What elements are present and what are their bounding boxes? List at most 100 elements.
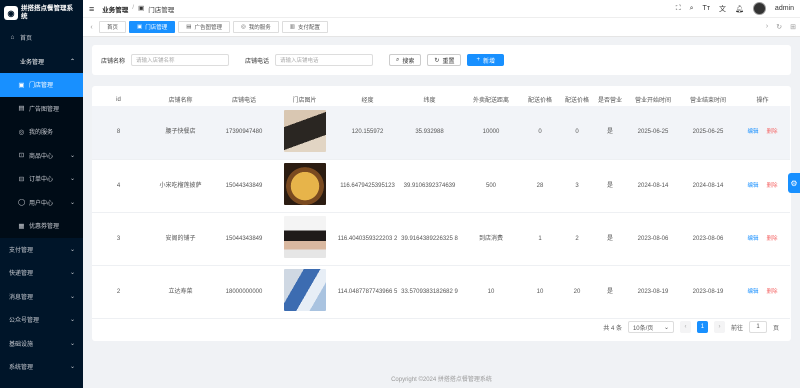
page-number[interactable]: 1 <box>696 321 708 333</box>
delete-button[interactable]: 删除 <box>767 183 778 189</box>
next-page-button[interactable]: › <box>713 321 725 333</box>
store-phone-input[interactable]: 请输入店铺电话 <box>275 54 374 66</box>
store-name-label: 店铺名称 <box>101 58 126 65</box>
delete-button[interactable]: 删除 <box>767 236 778 242</box>
add-button[interactable]: + 新增 <box>467 54 504 66</box>
chevron-down-icon: ⌄ <box>69 293 75 300</box>
search-icon[interactable]: ⌕ <box>690 5 694 13</box>
store-photo[interactable] <box>283 216 326 258</box>
translate-icon[interactable]: 文 <box>719 4 726 14</box>
chevron-down-icon: ⌄ <box>69 364 75 371</box>
store-icon: ▣ <box>138 4 145 12</box>
page-size-select[interactable]: 10条/页 ⌄ <box>627 321 674 333</box>
search-button[interactable]: ⌕ 搜索 <box>389 54 422 66</box>
settings-gear-icon[interactable]: ⚙ <box>788 173 800 193</box>
chevron-down-icon: ⌄ <box>69 340 75 347</box>
menu-toggle-icon[interactable]: ≡ <box>89 4 94 14</box>
chevron-down-icon: ⌄ <box>69 270 75 277</box>
refresh-icon[interactable]: ↻ <box>776 23 782 31</box>
store-name-input[interactable]: 请输入店铺名称 <box>131 54 230 66</box>
delete-button[interactable]: 删除 <box>767 289 778 295</box>
sidebar-item-home[interactable]: ⌂ 首页 <box>0 26 83 50</box>
sidebar-group-payment[interactable]: 支付管理 ⌄ <box>0 238 83 262</box>
table-row[interactable]: 3 安阁的铺子 15044343849 116.4040359322203 2 … <box>92 212 790 266</box>
search-icon: ⌕ <box>396 56 400 63</box>
breadcrumb: 业务管理 / ▣ 门店管理 <box>102 3 175 14</box>
page-jump-input[interactable]: 1 <box>748 321 767 333</box>
sidebar-item-coupons[interactable]: ▦ 优惠券管理 <box>0 214 83 238</box>
prev-page-button[interactable]: ‹ <box>679 321 691 333</box>
service-icon: ◎ <box>18 128 25 136</box>
fullscreen-icon[interactable]: ⛶ <box>676 5 681 13</box>
store-icon: ▣ <box>18 81 25 89</box>
pagination-total: 共 4 条 <box>603 325 622 332</box>
refresh-icon: ↻ <box>434 57 440 64</box>
sidebar-group-system[interactable]: 系统管理 ⌄ <box>0 355 83 379</box>
table-header: id 店铺名称 店铺电话 门店图片 经度 纬度 外卖配送距离 配送价格 配送价格… <box>92 93 790 106</box>
sidebar-group-message[interactable]: 消息管理 ⌄ <box>0 285 83 309</box>
sidebar-item-orders[interactable]: ⊟ 订单中心 ⌄ <box>0 167 83 191</box>
chevron-down-icon: ⌄ <box>69 317 75 324</box>
user-icon: ◯ <box>18 199 26 207</box>
store-icon: ▣ <box>137 24 143 30</box>
sidebar: ◉ 拼搭搭点餐管理系统 ⌂ 首页 业务管理 ⌃ ▣ 门店管理 ▤ 广告图管理 ◎ 我的服务… <box>0 0 83 388</box>
chevron-right-icon[interactable]: › <box>766 23 768 31</box>
chevron-left-icon[interactable]: ‹ <box>87 24 96 31</box>
edit-button[interactable]: 编辑 <box>747 236 758 242</box>
coupon-icon: ▦ <box>18 222 25 230</box>
delete-button[interactable]: 删除 <box>767 129 778 135</box>
cart-icon: ⊡ <box>18 152 25 160</box>
font-size-icon[interactable]: Tт <box>703 5 710 12</box>
store-photo[interactable] <box>283 109 326 152</box>
image-icon: ▤ <box>18 105 25 113</box>
avatar[interactable] <box>752 2 766 15</box>
payment-icon: ▥ <box>289 24 295 30</box>
sidebar-group-business[interactable]: 业务管理 ⌃ <box>0 50 83 74</box>
chevron-down-icon: ⌄ <box>663 324 669 331</box>
store-phone-label: 店铺电话 <box>245 58 270 65</box>
bell-icon[interactable]: 🔔︎ <box>735 5 744 13</box>
app-title: 拼搭搭点餐管理系统 <box>21 5 73 20</box>
plus-icon: + <box>476 57 480 63</box>
table-row[interactable]: 4 小宋吃榴莲披萨 15044343849 116.6479425395123 … <box>92 159 790 213</box>
footer-copyright: Copyright ©2024 拼搭搭点餐管理系统 <box>391 377 492 383</box>
sidebar-group-infra[interactable]: 基础设施 ⌄ <box>0 332 83 356</box>
edit-button[interactable]: 编辑 <box>747 183 758 189</box>
tab-payment[interactable]: ▥ 支付配置 <box>281 21 328 33</box>
home-icon: ⌂ <box>10 34 15 42</box>
chevron-up-icon: ⌃ <box>69 58 75 65</box>
tab-banner[interactable]: ▤ 广告图管理 <box>178 21 230 33</box>
reset-button[interactable]: ↻ 重置 <box>427 54 462 66</box>
table-row[interactable]: 2 立达寿菜 18000000000 114.0487787743966 5 3… <box>92 265 790 319</box>
sidebar-item-users[interactable]: ◯ 用户中心 ⌄ <box>0 190 83 214</box>
more-icon[interactable]: ⊞ <box>790 23 796 31</box>
chevron-down-icon: ⌄ <box>69 199 75 206</box>
tabs-bar: ‹ 首页 ▣ 门店管理 ▤ 广告图管理 ◎ 我的服务 ▥ 支付配置 › ↻ ⊞ <box>83 18 800 37</box>
edit-button[interactable]: 编辑 <box>747 129 758 135</box>
sidebar-item-goods[interactable]: ⊡ 商品中心 ⌄ <box>0 143 83 167</box>
table-row[interactable]: 8 腰子快餐店 17390947480 120.155972 35.932988… <box>92 106 790 160</box>
tab-home[interactable]: 首页 <box>99 21 127 33</box>
chevron-down-icon: ⌄ <box>69 246 75 253</box>
store-table: id 店铺名称 店铺电话 门店图片 经度 纬度 外卖配送距离 配送价格 配送价格… <box>92 93 790 319</box>
username[interactable]: admin <box>775 5 794 12</box>
sidebar-item-service[interactable]: ◎ 我的服务 <box>0 120 83 144</box>
store-photo[interactable] <box>283 163 326 205</box>
chevron-down-icon: ⌄ <box>69 152 75 159</box>
chevron-down-icon: ⌄ <box>69 176 75 183</box>
app-logo[interactable]: ◉ 拼搭搭点餐管理系统 <box>0 0 83 26</box>
service-icon: ◎ <box>240 24 246 30</box>
search-panel: 店铺名称 请输入店铺名称 店铺电话 请输入店铺电话 ⌕ 搜索 ↻ 重置 + 新增 <box>92 45 791 75</box>
top-header: ≡ 业务管理 / ▣ 门店管理 ⛶ ⌕ Tт 文 🔔︎ admin <box>83 0 800 18</box>
pagination: 共 4 条 10条/页 ⌄ ‹ 1 › 前往 1 页 <box>603 321 779 333</box>
sidebar-group-express[interactable]: 快递管理 ⌄ <box>0 261 83 285</box>
sidebar-item-banner[interactable]: ▤ 广告图管理 <box>0 96 83 120</box>
sidebar-group-wechat[interactable]: 公众号管理 ⌄ <box>0 308 83 332</box>
logo-icon: ◉ <box>4 6 18 20</box>
tab-store[interactable]: ▣ 门店管理 <box>129 21 176 33</box>
tab-service[interactable]: ◎ 我的服务 <box>232 21 279 33</box>
image-icon: ▤ <box>186 24 192 30</box>
sidebar-item-store[interactable]: ▣ 门店管理 <box>0 73 83 97</box>
store-photo[interactable] <box>283 269 326 311</box>
edit-button[interactable]: 编辑 <box>747 289 758 295</box>
